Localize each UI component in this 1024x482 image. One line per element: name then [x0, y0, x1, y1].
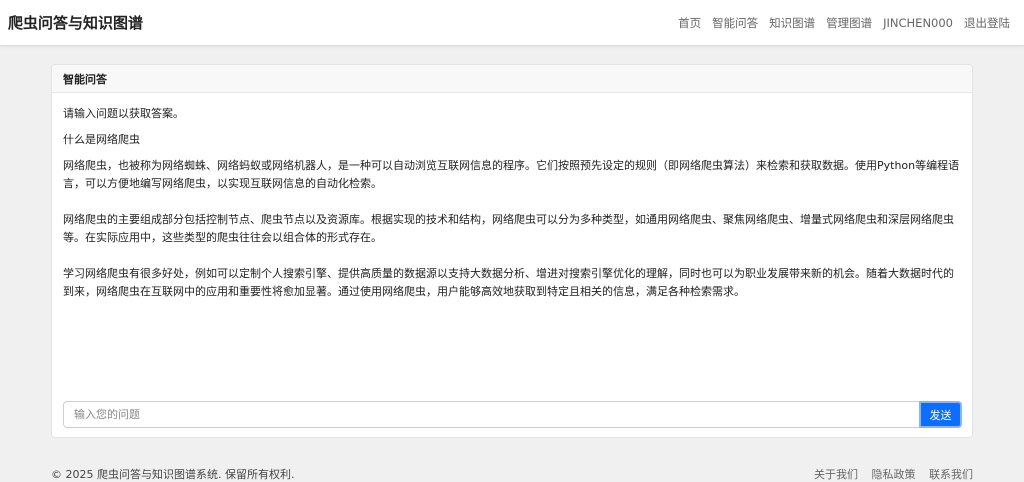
site-brand[interactable]: 爬虫问答与知识图谱	[8, 12, 143, 33]
nav-link-logout[interactable]: 退出登陆	[964, 15, 1010, 31]
chat-history: 请输入问题以获取答案。 什么是网络爬虫 网络爬虫，也被称为网络蜘蛛、网络蚂蚁或网…	[52, 93, 972, 393]
nav-links: 首页 智能问答 知识图谱 管理图谱 JINCHEN000 退出登陆	[667, 15, 1010, 31]
nav-link-home[interactable]: 首页	[678, 15, 701, 31]
footer-links: 关于我们 隐私政策 联系我们	[804, 466, 973, 482]
qa-card: 智能问答 请输入问题以获取答案。 什么是网络爬虫 网络爬虫，也被称为网络蜘蛛、网…	[51, 64, 973, 438]
question-input-group: 发送	[63, 401, 962, 428]
nav-link-manage-graph[interactable]: 管理图谱	[826, 15, 872, 31]
page-footer: © 2025 爬虫问答与知识图谱系统. 保留所有权利. 关于我们 隐私政策 联系…	[51, 466, 973, 482]
answer-message: 网络爬虫，也被称为网络蜘蛛、网络蚂蚁或网络机器人，是一种可以自动浏览互联网信息的…	[63, 157, 961, 301]
system-prompt-message: 请输入问题以获取答案。	[63, 107, 184, 120]
question-input[interactable]	[63, 401, 919, 428]
user-question-message: 什么是网络爬虫	[63, 133, 140, 146]
answer-paragraph: 学习网络爬虫有很多好处，例如可以定制个人搜索引擎、提供高质量的数据源以支持大数据…	[63, 267, 954, 298]
top-navbar: 爬虫问答与知识图谱 首页 智能问答 知识图谱 管理图谱 JINCHEN000 退…	[0, 0, 1024, 46]
send-button[interactable]: 发送	[919, 401, 962, 428]
nav-link-username[interactable]: JINCHEN000	[883, 16, 953, 30]
nav-link-smart-qa[interactable]: 智能问答	[712, 15, 758, 31]
answer-paragraph: 网络爬虫的主要组成部分包括控制节点、爬虫节点以及资源库。根据实现的技术和结构，网…	[63, 213, 954, 244]
nav-link-knowledge-graph[interactable]: 知识图谱	[769, 15, 815, 31]
footer-copyright: © 2025 爬虫问答与知识图谱系统. 保留所有权利.	[51, 468, 295, 481]
answer-paragraph: 网络爬虫，也被称为网络蜘蛛、网络蚂蚁或网络机器人，是一种可以自动浏览互联网信息的…	[63, 159, 960, 190]
card-title: 智能问答	[52, 65, 972, 93]
